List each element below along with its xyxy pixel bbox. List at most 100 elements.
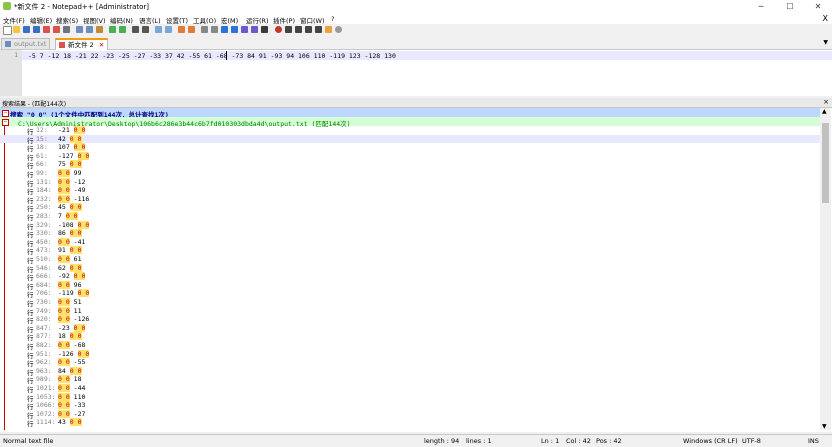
- fold-collapse-icon[interactable]: −: [2, 119, 9, 126]
- scrollbar-thumb[interactable]: [822, 123, 829, 203]
- save-all-icon[interactable]: [33, 26, 40, 33]
- result-line-number: 749:: [36, 306, 52, 315]
- current-line[interactable]: -5 7 -12 18 -21 22 -23 -25 -27 -33 37 42…: [22, 51, 832, 60]
- redo-icon[interactable]: [119, 26, 126, 33]
- scroll-down-icon[interactable]: ▼: [822, 423, 827, 430]
- sync-vertical-icon[interactable]: [178, 26, 185, 33]
- result-row[interactable]: 行 232: 0 0 -116: [0, 194, 820, 205]
- result-row[interactable]: 行 989: 0 0 18: [0, 375, 820, 385]
- close-file-icon[interactable]: [43, 26, 50, 33]
- find-results-close-icon[interactable]: ×: [823, 98, 829, 106]
- tab-new-file-2[interactable]: 新文件 2 ✕: [55, 38, 109, 50]
- result-content: 0 0 11: [58, 306, 82, 315]
- result-row[interactable]: 行 15: 42 0 0: [0, 134, 820, 145]
- open-file-icon[interactable]: [13, 26, 20, 33]
- result-row[interactable]: 行 1072: 0 0 -27: [0, 409, 820, 420]
- show-all-chars-icon[interactable]: [211, 26, 218, 33]
- editor-area[interactable]: 1 -5 7 -12 18 -21 22 -23 -25 -27 -33 37 …: [0, 50, 832, 96]
- zoom-out-icon[interactable]: [165, 26, 172, 33]
- result-row[interactable]: 行 283: 7 0 0: [0, 212, 820, 222]
- result-row[interactable]: 行 706: -119 0 0: [0, 289, 820, 299]
- result-text-before: 107: [58, 143, 74, 152]
- record-macro-icon[interactable]: [275, 26, 282, 33]
- result-row[interactable]: 行 684: 0 0 96: [0, 280, 820, 291]
- result-row[interactable]: 行 847: -23 0 0: [0, 323, 820, 334]
- result-text-after: -44: [69, 384, 86, 392]
- document-map-icon[interactable]: [231, 26, 238, 33]
- close-button[interactable]: ✕: [804, 0, 832, 13]
- file-result-line[interactable]: − C:\Users\Administrator\Desktop\106b6c2…: [0, 117, 820, 128]
- save-macro-icon[interactable]: [315, 26, 322, 33]
- replace-icon[interactable]: [142, 26, 149, 33]
- plugin-icon[interactable]: [335, 26, 342, 33]
- result-row[interactable]: 行 450: 0 0 -41: [0, 237, 820, 248]
- result-row[interactable]: 行 329: -108 0 0: [0, 220, 820, 231]
- maximize-button[interactable]: ☐: [776, 0, 804, 13]
- result-row[interactable]: 行 820: 0 0 -126: [0, 315, 820, 325]
- undo-icon[interactable]: [109, 26, 116, 33]
- result-line-number: 963:: [36, 366, 52, 375]
- result-row[interactable]: 行 1066: 0 0 -33: [0, 401, 820, 411]
- tab-close-icon[interactable]: ✕: [99, 41, 104, 49]
- result-row[interactable]: 行 18: 107 0 0: [0, 143, 820, 153]
- result-content: 0 0 51: [58, 298, 82, 306]
- result-row[interactable]: 行 1114: 43 0 0: [0, 418, 820, 428]
- result-row[interactable]: 行 1053: 0 0 110: [0, 392, 820, 403]
- result-row[interactable]: 行 963: 84 0 0: [0, 366, 820, 377]
- play-macro-icon[interactable]: [295, 26, 302, 33]
- search-summary-line[interactable]: − 搜索 "0 0" (1个文件中匹配到144次，总计查找1次): [0, 108, 820, 119]
- cut-icon[interactable]: [76, 26, 83, 33]
- result-row[interactable]: 行 730: 0 0 51: [0, 298, 820, 308]
- result-row[interactable]: 行 546: 62 0 0: [0, 263, 820, 274]
- result-row[interactable]: 行 12: -21 0 0: [0, 126, 820, 136]
- paste-icon[interactable]: [96, 26, 103, 33]
- run-macro-multiple-icon[interactable]: [305, 26, 312, 33]
- folder-workspace-icon[interactable]: [251, 26, 258, 33]
- indent-guide-icon[interactable]: [221, 26, 228, 33]
- result-content: -21 0 0: [58, 126, 86, 134]
- tab-output-txt[interactable]: output.txt: [1, 38, 51, 49]
- copy-icon[interactable]: [86, 26, 93, 33]
- result-row[interactable]: 行 1021: 0 0 -44: [0, 384, 820, 394]
- result-row[interactable]: 行 666: -92 0 0: [0, 272, 820, 282]
- result-text-before: -126: [58, 349, 78, 358]
- status-insert-mode: INS: [808, 437, 819, 445]
- word-wrap-icon[interactable]: [201, 26, 208, 33]
- sync-horizontal-icon[interactable]: [188, 26, 195, 33]
- result-row[interactable]: 行 184: 0 0 -49: [0, 186, 820, 196]
- status-encoding[interactable]: UTF-8: [742, 437, 761, 445]
- result-row[interactable]: 行 962: 0 0 -55: [0, 358, 820, 368]
- result-row[interactable]: 行 61: -127 0 0: [0, 151, 820, 162]
- scroll-up-icon[interactable]: ▲: [822, 108, 827, 115]
- result-row[interactable]: 行 330: 86 0 0: [0, 229, 820, 239]
- result-row[interactable]: 行 473: 91 0 0: [0, 246, 820, 256]
- result-row[interactable]: 行 510: 0 0 61: [0, 255, 820, 265]
- result-row[interactable]: 行 749: 0 0 11: [0, 306, 820, 317]
- tab-list-dropdown-icon[interactable]: ▼: [823, 39, 828, 46]
- result-text-before: 7: [58, 212, 66, 220]
- stop-macro-icon[interactable]: [285, 26, 292, 33]
- fold-collapse-icon[interactable]: −: [2, 110, 9, 117]
- result-row[interactable]: 行 882: 0 0 -68: [0, 341, 820, 351]
- result-row[interactable]: 行 131: 0 0 -12: [0, 177, 820, 188]
- function-list-icon[interactable]: [241, 26, 248, 33]
- vertical-scrollbar[interactable]: ▲ ▼: [820, 108, 831, 430]
- minimize-button[interactable]: ─: [747, 0, 775, 13]
- zoom-in-icon[interactable]: [155, 26, 162, 33]
- monitoring-icon[interactable]: [261, 26, 268, 33]
- print-icon[interactable]: [63, 26, 70, 33]
- close-all-icon[interactable]: [53, 26, 60, 33]
- result-row[interactable]: 行 66: 75 0 0: [0, 160, 820, 170]
- close-document-icon[interactable]: X: [823, 14, 828, 23]
- result-row[interactable]: 行 951: -126 0 0: [0, 349, 820, 360]
- find-icon[interactable]: [132, 26, 139, 33]
- spell-check-icon[interactable]: [325, 26, 332, 33]
- save-icon[interactable]: [23, 26, 30, 33]
- result-row[interactable]: 行 99: 0 0 99: [0, 169, 820, 179]
- menu-help[interactable]: ?: [331, 15, 334, 23]
- editor-text[interactable]: -5 7 -12 18 -21 22 -23 -25 -27 -33 37 42…: [28, 52, 396, 60]
- result-row[interactable]: 行 250: 45 0 0: [0, 203, 820, 213]
- result-row[interactable]: 行 877: 18 0 0: [0, 332, 820, 342]
- new-file-icon[interactable]: [3, 26, 12, 35]
- status-eol[interactable]: Windows (CR LF): [683, 437, 738, 445]
